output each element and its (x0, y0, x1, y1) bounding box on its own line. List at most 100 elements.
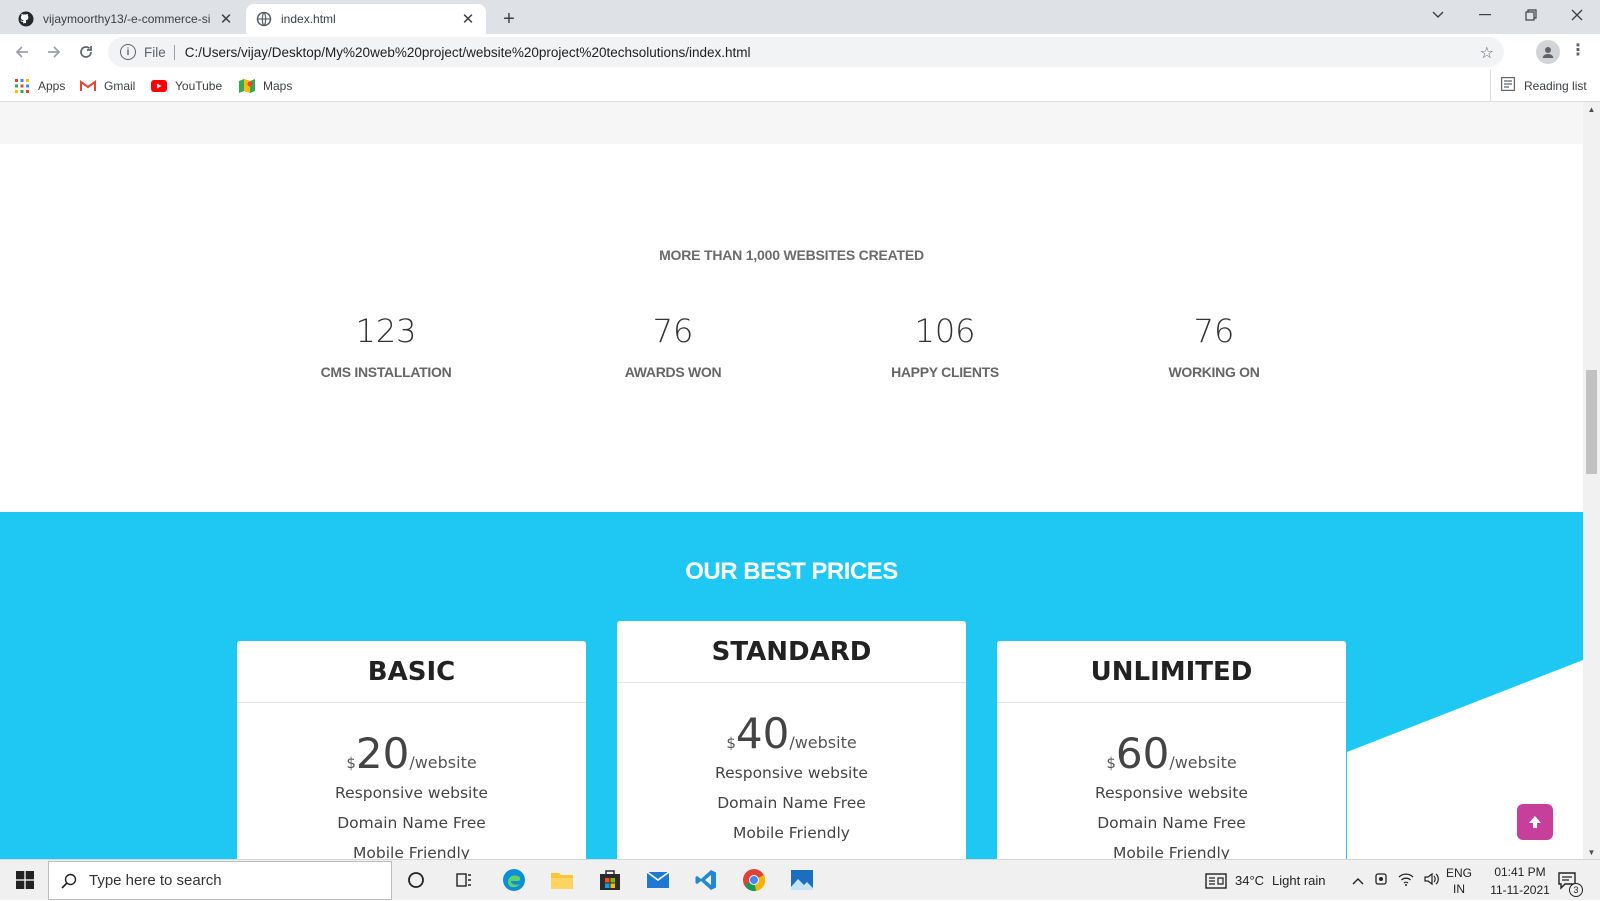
bookmark-gmail[interactable]: Gmail (80, 78, 135, 94)
notification-center[interactable]: 3 (1558, 860, 1583, 901)
meet-now-icon[interactable] (1374, 872, 1388, 889)
region-code: IN (1453, 881, 1465, 896)
system-tray (1352, 860, 1440, 901)
tab-title: vijaymoorthy13/-e-commerce-si (43, 12, 211, 26)
back-arrow-icon[interactable] (8, 38, 36, 66)
language-code: ENG (1446, 865, 1473, 880)
stat-happy-clients: 106 HAPPY CLIENTS (815, 312, 1075, 380)
price-currency: $ (346, 754, 356, 772)
menu-kebab-icon[interactable]: ⋮ (1570, 40, 1586, 60)
price-amount: 20 (355, 729, 410, 778)
plan-feature: Responsive website (715, 764, 868, 782)
input-language[interactable]: ENG IN (1446, 860, 1472, 901)
stat-working-on: 76 WORKING ON (1084, 312, 1344, 380)
scroll-down-arrow-icon[interactable]: ▼ (1583, 845, 1600, 859)
reading-list[interactable]: Reading list (1490, 70, 1587, 101)
stat-cms-installation: 123 CMS INSTALLATION (256, 312, 516, 380)
site-info-icon[interactable]: i (120, 44, 136, 60)
tab-strip: vijaymoorthy13/-e-commerce-si ✕ index.ht… (0, 0, 1600, 34)
clock-time: 01:41 PM (1494, 864, 1546, 879)
browser-toolbar: i File C:/Users/vijay/Desktop/My%20web%2… (0, 34, 1600, 70)
clock[interactable]: 01:41 PM 11-11-2021 (1484, 860, 1556, 901)
weather-temp: 34°C (1235, 873, 1265, 888)
scrollbar-thumb[interactable] (1586, 370, 1597, 474)
price-amount: 40 (735, 709, 790, 758)
plan-feature: Responsive website (1095, 784, 1248, 802)
github-icon (18, 11, 34, 27)
close-tab-icon[interactable]: ✕ (218, 11, 234, 28)
page-scrollbar[interactable]: ▲ ▼ (1583, 102, 1600, 859)
bookmark-maps[interactable]: Maps (239, 78, 292, 94)
plan-name: UNLIMITED (997, 641, 1346, 703)
search-icon (61, 873, 77, 889)
plan-feature: Mobile Friendly (353, 844, 470, 859)
taskbar-search-box[interactable]: Type here to search (48, 861, 392, 900)
stat-label: AWARDS WON (624, 364, 722, 380)
profile-avatar-icon[interactable] (1536, 40, 1560, 64)
arrow-up-icon (1529, 816, 1541, 828)
plan-card-standard: STANDARD $40/website Responsive website … (617, 621, 966, 859)
reading-list-icon (1501, 77, 1516, 94)
bookmark-youtube[interactable]: YouTube (151, 78, 222, 94)
price-currency: $ (726, 734, 736, 752)
chrome-icon[interactable] (739, 865, 769, 895)
task-view-icon[interactable] (449, 865, 479, 895)
stat-awards-won: 76 AWARDS WON (543, 312, 803, 380)
bookmark-label: Gmail (104, 79, 136, 93)
reading-list-label: Reading list (1524, 78, 1587, 93)
plan-price: $60/website (997, 729, 1346, 778)
show-hidden-icons-chevron-icon[interactable] (1352, 873, 1364, 888)
tab-index-html[interactable]: index.html ✕ (246, 4, 486, 34)
stat-value: 76 (1193, 312, 1235, 350)
price-unit: /website (1169, 753, 1237, 772)
stat-value: 76 (652, 312, 694, 350)
new-tab-icon[interactable]: + (496, 6, 522, 32)
windows-taskbar: Type here to search 34°C Light rain ENG … (0, 859, 1600, 900)
forward-arrow-icon[interactable] (40, 38, 68, 66)
price-unit: /website (789, 733, 857, 752)
close-window-icon[interactable] (1554, 0, 1600, 30)
bookmarks-bar: Apps Gmail YouTube Maps Reading list (0, 70, 1600, 102)
minimize-icon[interactable] (1462, 0, 1508, 30)
restore-icon[interactable] (1508, 0, 1554, 30)
weather-news-icon (1205, 872, 1227, 889)
file-explorer-icon[interactable] (547, 865, 577, 895)
edge-browser-icon[interactable] (499, 865, 529, 895)
wifi-icon[interactable] (1398, 872, 1414, 889)
scroll-up-arrow-icon[interactable]: ▲ (1583, 102, 1600, 116)
page-viewport: MORE THAN 1,000 WEBSITES CREATED 123 CMS… (0, 102, 1583, 859)
notification-count-badge: 3 (1569, 883, 1583, 897)
mail-icon[interactable] (643, 865, 673, 895)
bookmark-label: Maps (263, 79, 293, 93)
cortana-icon[interactable] (401, 865, 431, 895)
bookmark-star-icon[interactable]: ☆ (1480, 43, 1494, 63)
back-to-top-button[interactable] (1517, 804, 1553, 840)
counter-heading: MORE THAN 1,000 WEBSITES CREATED (659, 247, 924, 263)
plan-name: STANDARD (617, 621, 966, 683)
pricing-heading: OUR BEST PRICES (685, 558, 898, 585)
photos-icon[interactable] (787, 865, 817, 895)
maps-icon (239, 78, 255, 94)
tab-search-chevron-icon[interactable] (1415, 0, 1461, 30)
file-scheme-label: File (144, 44, 175, 60)
stat-label: HAPPY CLIENTS (891, 364, 999, 380)
volume-icon[interactable] (1424, 872, 1440, 889)
plan-feature: Domain Name Free (1097, 814, 1246, 832)
tab-title: index.html (281, 12, 336, 26)
plan-feature: Domain Name Free (337, 814, 486, 832)
vscode-icon[interactable] (691, 865, 721, 895)
price-unit: /website (409, 753, 477, 772)
plan-price: $20/website (237, 729, 586, 778)
bookmark-apps[interactable]: Apps (14, 78, 65, 94)
microsoft-store-icon[interactable] (595, 865, 625, 895)
plan-feature: Domain Name Free (717, 794, 866, 812)
plan-card-basic: BASIC $20/website Responsive website Dom… (237, 641, 586, 859)
windows-start-icon[interactable] (10, 865, 40, 895)
tab-github[interactable]: vijaymoorthy13/-e-commerce-si ✕ (8, 4, 244, 34)
close-tab-icon[interactable]: ✕ (460, 11, 476, 28)
price-amount: 60 (1115, 729, 1170, 778)
address-bar[interactable]: i File C:/Users/vijay/Desktop/My%20web%2… (108, 37, 1504, 67)
weather-widget[interactable]: 34°C Light rain (1205, 860, 1326, 901)
reload-icon[interactable] (72, 38, 100, 66)
url-text[interactable]: C:/Users/vijay/Desktop/My%20web%20projec… (185, 45, 751, 60)
